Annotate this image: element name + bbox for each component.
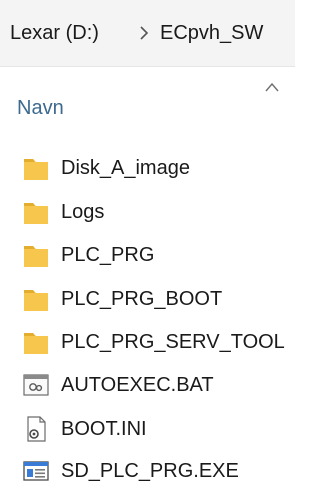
folder-icon — [24, 333, 48, 354]
list-item-plc-prg-serv-tool[interactable]: PLC_PRG_SERV_TOOL — [0, 323, 295, 361]
breadcrumb-drive[interactable]: Lexar (D:) — [10, 20, 99, 46]
list-item-boot-ini[interactable]: BOOT.INI — [0, 410, 295, 448]
file-name: AUTOEXEC.BAT — [61, 374, 214, 396]
file-name: Logs — [61, 201, 105, 223]
folder-icon — [24, 159, 48, 180]
file-name: PLC_PRG — [61, 244, 155, 266]
list-item-plc-prg-boot[interactable]: PLC_PRG_BOOT — [0, 280, 295, 318]
file-name: PLC_PRG_BOOT — [61, 288, 223, 310]
list-item-sd-plc-prg-exe[interactable]: SD_PLC_PRG.EXE — [0, 452, 295, 490]
file-name: PLC_PRG_SERV_TOOL — [61, 331, 285, 353]
breadcrumb-folder[interactable]: ECpvh_SW — [160, 20, 263, 46]
folder-icon — [24, 203, 48, 224]
address-bar[interactable]: Lexar (D:) ECpvh_SW — [0, 0, 295, 67]
batch-file-icon — [23, 374, 49, 396]
file-name: Disk_A_image — [61, 157, 190, 179]
column-header-name[interactable]: Navn — [17, 96, 64, 120]
folder-icon — [24, 290, 48, 311]
chevron-up-icon — [265, 82, 279, 92]
settings-file-icon — [27, 416, 46, 442]
file-name: BOOT.INI — [61, 418, 147, 440]
list-item-disk-a-image[interactable]: Disk_A_image — [0, 149, 295, 187]
list-item-logs[interactable]: Logs — [0, 193, 295, 231]
application-icon — [23, 461, 49, 481]
folder-icon — [24, 246, 48, 267]
chevron-right-icon[interactable] — [137, 24, 151, 42]
list-item-autoexec-bat[interactable]: AUTOEXEC.BAT — [0, 366, 295, 404]
file-name: SD_PLC_PRG.EXE — [61, 460, 239, 482]
list-item-plc-prg[interactable]: PLC_PRG — [0, 236, 295, 274]
